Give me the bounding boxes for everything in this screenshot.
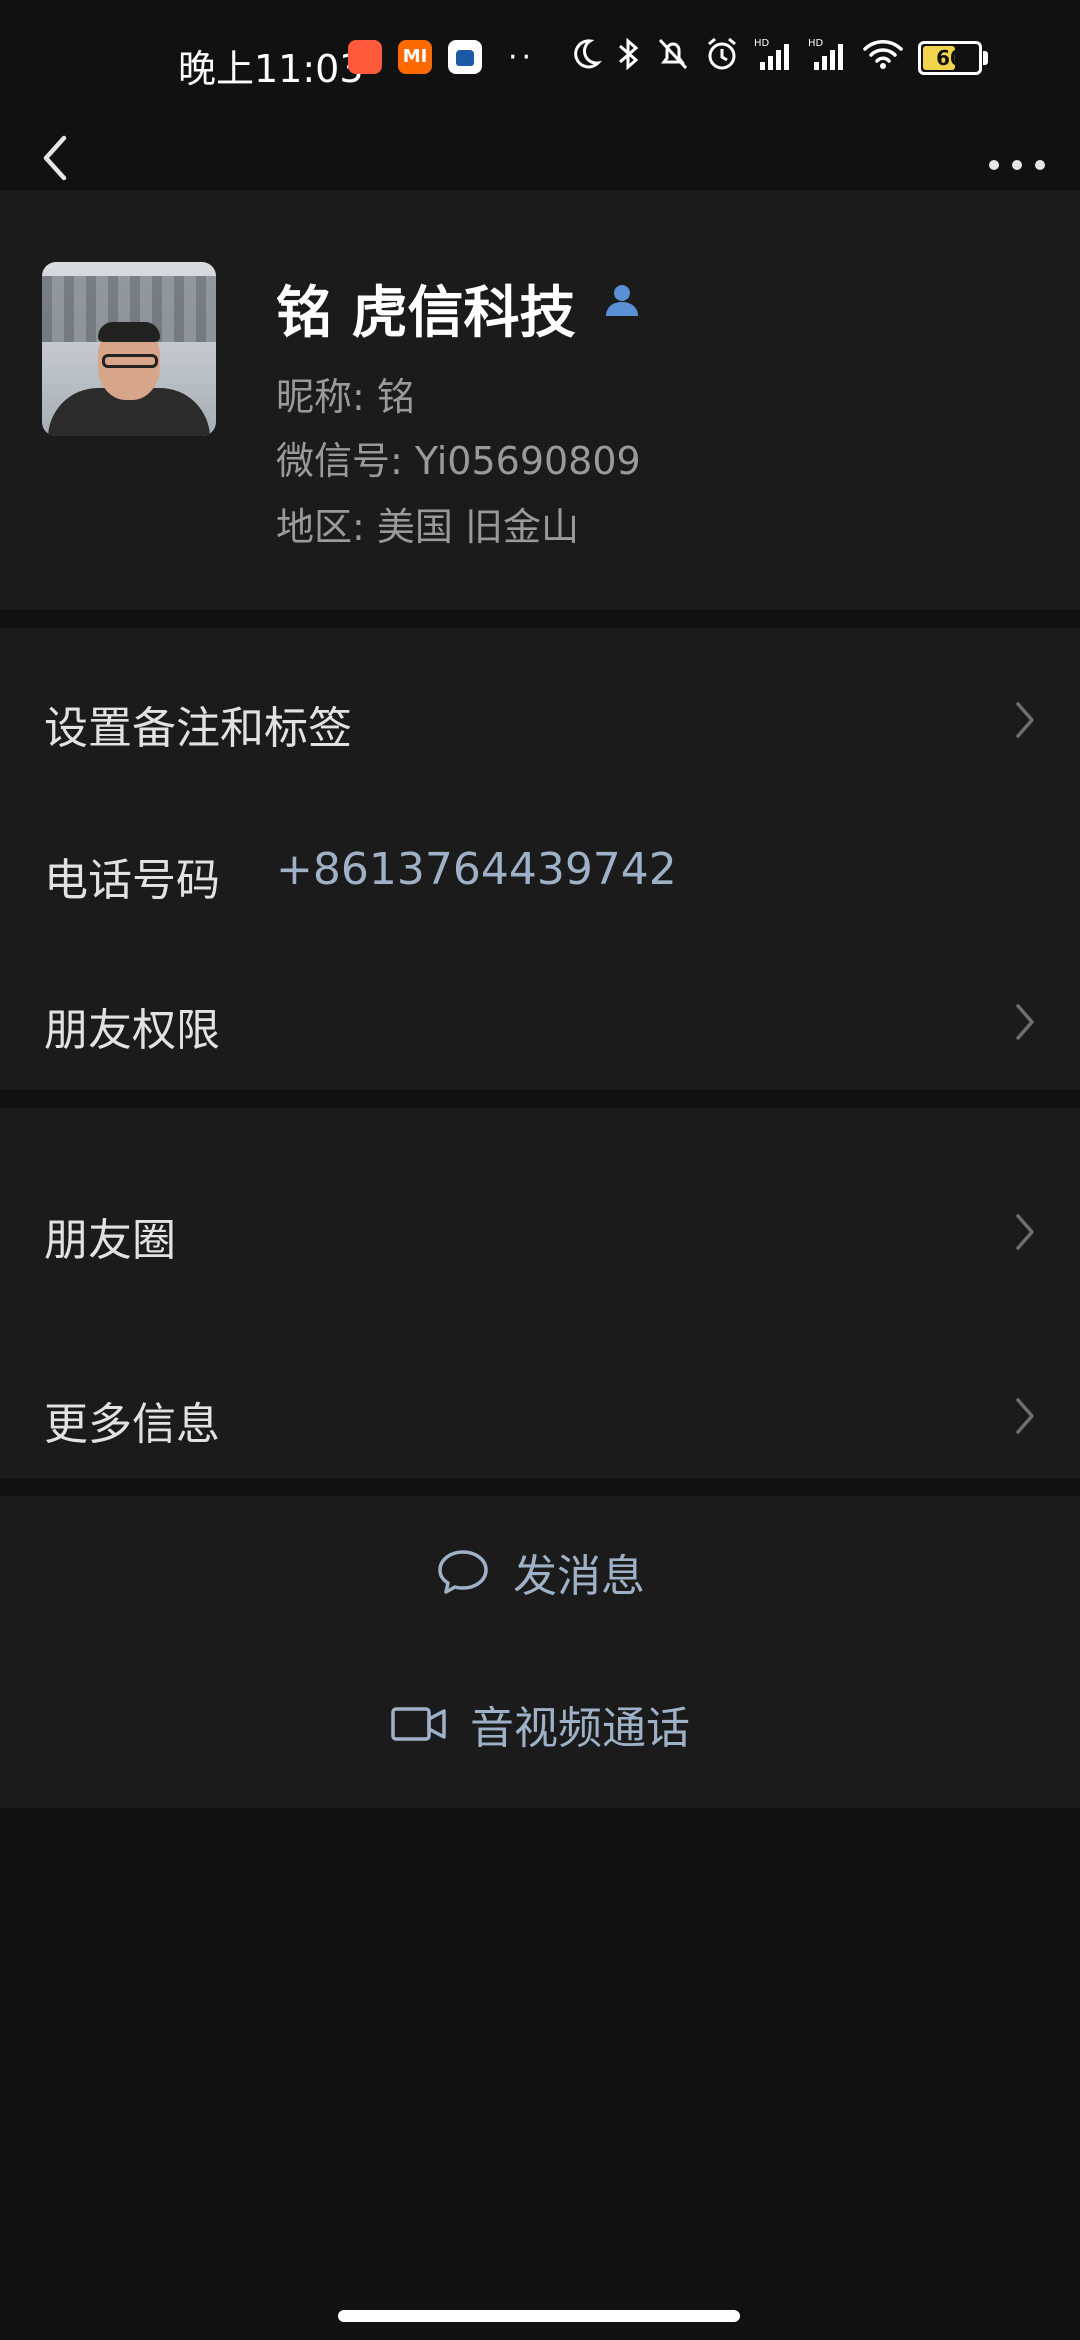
home-indicator[interactable] [338, 2310, 740, 2322]
top-bar [0, 120, 1080, 190]
send-message-button[interactable]: 发消息 [0, 1496, 1080, 1646]
av-call-label: 音视频通话 [470, 1703, 690, 1754]
profile-card: 铭 虎信科技 昵称: 铭 微信号: Yi05690809 地区: 美国 旧金山 [0, 190, 1080, 610]
app-notification-icon [448, 40, 482, 74]
region: 地区: 美国 旧金山 [276, 505, 579, 549]
svg-text:HD: HD [808, 38, 824, 49]
app-notification-icon [348, 40, 382, 74]
status-bar: 晚上11:03 MI ·· HD HD 60 [0, 0, 1080, 120]
chevron-right-icon [1016, 1004, 1034, 1040]
video-camera-icon [391, 1707, 446, 1741]
phone-label: 电话号码 [44, 855, 220, 906]
remark-tags-label: 设置备注和标签 [44, 703, 352, 754]
more-info-label: 更多信息 [44, 1399, 220, 1450]
phone-number-link[interactable]: +8613764439742 [276, 844, 677, 895]
phone-row: 电话号码 +8613764439742 [0, 790, 1080, 940]
alarm-icon [704, 36, 740, 81]
status-time: 晚上11:03 [178, 47, 364, 91]
settings-group: 设置备注和标签 电话号码 +8613764439742 朋友权限 [0, 628, 1080, 1090]
remark-tags-row[interactable]: 设置备注和标签 [0, 638, 1080, 788]
bell-off-icon [656, 36, 690, 81]
back-button[interactable] [32, 128, 82, 188]
chevron-left-icon [43, 135, 67, 181]
person-icon [606, 285, 638, 316]
moon-icon [568, 37, 603, 80]
wifi-icon [862, 37, 904, 80]
friend-permissions-label: 朋友权限 [44, 1005, 220, 1056]
signal-hd-icon: HD [808, 36, 848, 81]
avatar[interactable] [42, 262, 216, 436]
battery-icon: 60 [918, 41, 988, 75]
nickname: 昵称: 铭 [276, 375, 415, 419]
moments-row[interactable]: 朋友圈 [0, 1146, 1080, 1296]
moments-label: 朋友圈 [44, 1215, 176, 1266]
battery-percent: 60 [936, 46, 964, 70]
wechat-id: 微信号: Yi05690809 [276, 439, 641, 483]
more-info-row[interactable]: 更多信息 [0, 1328, 1080, 1478]
send-message-label: 发消息 [513, 1551, 645, 1602]
chevron-right-icon [1016, 1398, 1034, 1434]
contact-name: 铭 虎信科技 [276, 281, 576, 346]
svg-text:HD: HD [754, 38, 770, 49]
friend-permissions-row[interactable]: 朋友权限 [0, 940, 1080, 1090]
chevron-right-icon [1016, 1214, 1034, 1250]
chat-bubble-icon [438, 1550, 488, 1594]
av-call-button[interactable]: 音视频通话 [0, 1648, 1080, 1798]
more-button[interactable] [982, 130, 1052, 180]
more-horizontal-icon [989, 160, 1045, 170]
mi-icon: MI [398, 40, 432, 74]
signal-hd-icon: HD [754, 36, 794, 81]
bluetooth-icon [616, 36, 642, 81]
chevron-right-icon [1016, 702, 1034, 738]
social-group: 朋友圈 更多信息 [0, 1108, 1080, 1478]
more-notifications-icon: ·· [508, 40, 536, 75]
system-icons: HD HD 60 [568, 36, 988, 81]
actions-group: 发消息 音视频通话 [0, 1496, 1080, 1808]
